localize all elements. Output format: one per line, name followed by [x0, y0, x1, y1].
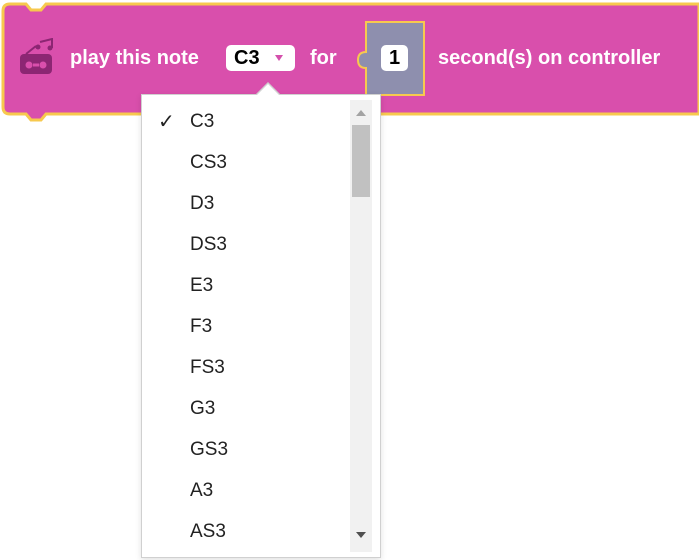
menu-item-ds3[interactable]: DS3 [142, 225, 348, 266]
workspace: play this note C3 for 1 second(s) on con… [0, 0, 699, 560]
menu-item-g3[interactable]: G3 [142, 389, 348, 430]
menu-item-label: GS3 [190, 439, 229, 460]
note-menu-list: ✓ C3 CS3 D3 DS3 E3 F3 FS3 G3 GS3 A3 AS3 [142, 102, 348, 553]
checkmark-icon: ✓ [158, 111, 175, 133]
menu-item-label: C3 [190, 111, 215, 132]
menu-item-label: G3 [190, 398, 216, 419]
note-dropdown-value: C3 [234, 47, 260, 69]
note-dropdown[interactable]: C3 [226, 45, 295, 71]
menu-item-label: DS3 [190, 234, 227, 255]
speaker-icon [20, 38, 53, 74]
block-suffix-label: second(s) on controller [438, 47, 661, 69]
scroll-down-arrow-icon[interactable] [356, 532, 366, 538]
dropdown-pointer [256, 84, 280, 96]
menu-item-label: D3 [190, 193, 215, 214]
menu-item-f3[interactable]: F3 [142, 307, 348, 348]
menu-item-label: A3 [190, 480, 214, 501]
menu-item-d3[interactable]: D3 [142, 184, 348, 225]
menu-item-as3[interactable]: AS3 [142, 512, 348, 553]
menu-item-e3[interactable]: E3 [142, 266, 348, 307]
dropdown-arrow-icon [275, 55, 283, 61]
menu-item-fs3[interactable]: FS3 [142, 348, 348, 389]
menu-item-label: CS3 [190, 152, 227, 173]
menu-item-gs3[interactable]: GS3 [142, 430, 348, 471]
menu-scrollbar[interactable] [350, 100, 372, 552]
block-prefix-label: play this note [70, 47, 199, 69]
menu-item-label: F3 [190, 316, 213, 337]
seconds-input[interactable]: 1 [381, 45, 408, 71]
menu-item-cs3[interactable]: CS3 [142, 143, 348, 184]
menu-item-label: E3 [190, 275, 214, 296]
scroll-thumb[interactable] [352, 125, 370, 197]
block-for-label: for [310, 47, 337, 69]
note-dropdown-menu[interactable]: ✓ C3 CS3 D3 DS3 E3 F3 FS3 G3 GS3 A3 AS3 [141, 94, 381, 558]
menu-item-label: FS3 [190, 357, 225, 378]
scroll-up-arrow-icon[interactable] [356, 110, 366, 116]
menu-item-a3[interactable]: A3 [142, 471, 348, 512]
menu-item-label: AS3 [190, 521, 226, 542]
menu-item-c3[interactable]: ✓ C3 [142, 102, 348, 143]
